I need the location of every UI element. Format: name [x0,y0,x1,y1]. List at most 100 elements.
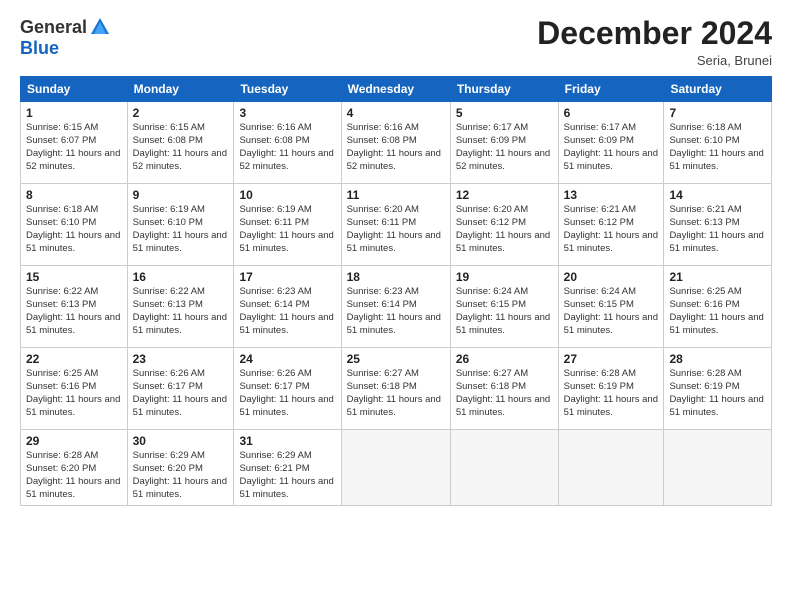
logo-general: General [20,17,87,38]
calendar-header-row: Sunday Monday Tuesday Wednesday Thursday… [21,77,772,102]
table-row: 17 Sunrise: 6:23 AM Sunset: 6:14 PM Dayli… [234,266,341,348]
table-row: 21Sunrise: 6:25 AM Sunset: 6:16 PM Dayli… [664,266,772,348]
day-info: Sunrise: 6:26 AM Sunset: 6:17 PM Dayligh… [133,368,229,419]
day-info: Sunrise: 6:27 AM Sunset: 6:18 PM Dayligh… [347,368,445,419]
day-info: Sunrise: 6:19 AM Sunset: 6:10 PM Dayligh… [133,204,229,255]
day-number: 30 [133,434,229,448]
day-number: 19 [456,270,553,284]
table-row: 23 Sunrise: 6:26 AM Sunset: 6:17 PM Dayli… [127,348,234,430]
table-row: 13 Sunrise: 6:21 AM Sunset: 6:12 PM Dayli… [558,184,664,266]
day-info: Sunrise: 6:24 AM Sunset: 6:15 PM Dayligh… [456,286,553,337]
day-number: 15 [26,270,122,284]
day-info: Sunrise: 6:16 AM Sunset: 6:08 PM Dayligh… [239,122,335,173]
day-number: 3 [239,106,335,120]
col-thursday: Thursday [450,77,558,102]
table-row: 3 Sunrise: 6:16 AM Sunset: 6:08 PM Daylig… [234,102,341,184]
day-number: 18 [347,270,445,284]
table-row: 12Sunrise: 6:20 AM Sunset: 6:12 PM Dayli… [450,184,558,266]
day-info: Sunrise: 6:24 AM Sunset: 6:15 PM Dayligh… [564,286,659,337]
day-info: Sunrise: 6:22 AM Sunset: 6:13 PM Dayligh… [26,286,122,337]
day-info: Sunrise: 6:18 AM Sunset: 6:10 PM Dayligh… [26,204,122,255]
table-row: 20 Sunrise: 6:24 AM Sunset: 6:15 PM Dayli… [558,266,664,348]
day-info: Sunrise: 6:25 AM Sunset: 6:16 PM Dayligh… [26,368,122,419]
day-info: Sunrise: 6:20 AM Sunset: 6:11 PM Dayligh… [347,204,445,255]
day-number: 31 [239,434,335,448]
day-info: Sunrise: 6:17 AM Sunset: 6:09 PM Dayligh… [456,122,553,173]
day-info: Sunrise: 6:20 AM Sunset: 6:12 PM Dayligh… [456,204,553,255]
calendar-week-row: 22 Sunrise: 6:25 AM Sunset: 6:16 PM Dayli… [21,348,772,430]
day-number: 2 [133,106,229,120]
table-row: 16Sunrise: 6:22 AM Sunset: 6:13 PM Dayli… [127,266,234,348]
day-number: 28 [669,352,766,366]
logo-icon [89,16,111,38]
day-info: Sunrise: 6:23 AM Sunset: 6:14 PM Dayligh… [347,286,445,337]
day-number: 25 [347,352,445,366]
table-row: 25 Sunrise: 6:27 AM Sunset: 6:18 PM Dayli… [341,348,450,430]
table-row: 31 Sunrise: 6:29 AM Sunset: 6:21 PM Dayli… [234,430,341,506]
day-number: 4 [347,106,445,120]
day-info: Sunrise: 6:27 AM Sunset: 6:18 PM Dayligh… [456,368,553,419]
day-info: Sunrise: 6:16 AM Sunset: 6:08 PM Dayligh… [347,122,445,173]
day-number: 23 [133,352,229,366]
col-saturday: Saturday [664,77,772,102]
day-number: 14 [669,188,766,202]
col-tuesday: Tuesday [234,77,341,102]
table-row: 11 Sunrise: 6:20 AM Sunset: 6:11 PM Dayli… [341,184,450,266]
day-number: 27 [564,352,659,366]
day-number: 24 [239,352,335,366]
day-info: Sunrise: 6:21 AM Sunset: 6:13 PM Dayligh… [669,204,766,255]
calendar-week-row: 29Sunrise: 6:28 AM Sunset: 6:20 PM Dayli… [21,430,772,506]
table-row: 22 Sunrise: 6:25 AM Sunset: 6:16 PM Dayli… [21,348,128,430]
day-number: 20 [564,270,659,284]
table-row: 28 Sunrise: 6:28 AM Sunset: 6:19 PM Dayli… [664,348,772,430]
table-row [450,430,558,506]
table-row: 8Sunrise: 6:18 AM Sunset: 6:10 PM Daylig… [21,184,128,266]
day-number: 22 [26,352,122,366]
month-title: December 2024 [537,16,772,51]
title-block: December 2024 Seria, Brunei [537,16,772,68]
table-row: 10Sunrise: 6:19 AM Sunset: 6:11 PM Dayli… [234,184,341,266]
day-info: Sunrise: 6:28 AM Sunset: 6:19 PM Dayligh… [564,368,659,419]
table-row: 18 Sunrise: 6:23 AM Sunset: 6:14 PM Dayli… [341,266,450,348]
day-info: Sunrise: 6:19 AM Sunset: 6:11 PM Dayligh… [239,204,335,255]
table-row: 24 Sunrise: 6:26 AM Sunset: 6:17 PM Dayli… [234,348,341,430]
day-info: Sunrise: 6:23 AM Sunset: 6:14 PM Dayligh… [239,286,335,337]
day-number: 6 [564,106,659,120]
table-row: 5 Sunrise: 6:17 AM Sunset: 6:09 PM Daylig… [450,102,558,184]
day-info: Sunrise: 6:28 AM Sunset: 6:19 PM Dayligh… [669,368,766,419]
day-number: 5 [456,106,553,120]
calendar-week-row: 1Sunrise: 6:15 AM Sunset: 6:07 PM Daylig… [21,102,772,184]
day-info: Sunrise: 6:18 AM Sunset: 6:10 PM Dayligh… [669,122,766,173]
day-info: Sunrise: 6:22 AM Sunset: 6:13 PM Dayligh… [133,286,229,337]
day-number: 13 [564,188,659,202]
calendar-week-row: 15 Sunrise: 6:22 AM Sunset: 6:13 PM Dayli… [21,266,772,348]
table-row: 26Sunrise: 6:27 AM Sunset: 6:18 PM Dayli… [450,348,558,430]
logo-text: General [20,16,111,38]
day-info: Sunrise: 6:15 AM Sunset: 6:07 PM Dayligh… [26,122,122,173]
logo: General Blue [20,16,111,59]
day-info: Sunrise: 6:29 AM Sunset: 6:20 PM Dayligh… [133,450,229,501]
day-number: 11 [347,188,445,202]
table-row: 7 Sunrise: 6:18 AM Sunset: 6:10 PM Daylig… [664,102,772,184]
day-number: 17 [239,270,335,284]
col-monday: Monday [127,77,234,102]
logo-blue: Blue [20,38,59,59]
table-row: 9 Sunrise: 6:19 AM Sunset: 6:10 PM Daylig… [127,184,234,266]
col-wednesday: Wednesday [341,77,450,102]
day-info: Sunrise: 6:26 AM Sunset: 6:17 PM Dayligh… [239,368,335,419]
calendar-table: Sunday Monday Tuesday Wednesday Thursday… [20,76,772,506]
day-info: Sunrise: 6:17 AM Sunset: 6:09 PM Dayligh… [564,122,659,173]
location: Seria, Brunei [537,53,772,68]
table-row: 6 Sunrise: 6:17 AM Sunset: 6:09 PM Daylig… [558,102,664,184]
day-info: Sunrise: 6:21 AM Sunset: 6:12 PM Dayligh… [564,204,659,255]
table-row [558,430,664,506]
table-row: 4 Sunrise: 6:16 AM Sunset: 6:08 PM Daylig… [341,102,450,184]
table-row: 19 Sunrise: 6:24 AM Sunset: 6:15 PM Dayli… [450,266,558,348]
day-number: 7 [669,106,766,120]
table-row: 1Sunrise: 6:15 AM Sunset: 6:07 PM Daylig… [21,102,128,184]
day-number: 9 [133,188,229,202]
col-friday: Friday [558,77,664,102]
table-row: 2Sunrise: 6:15 AM Sunset: 6:08 PM Daylig… [127,102,234,184]
day-info: Sunrise: 6:29 AM Sunset: 6:21 PM Dayligh… [239,450,335,501]
day-number: 21 [669,270,766,284]
